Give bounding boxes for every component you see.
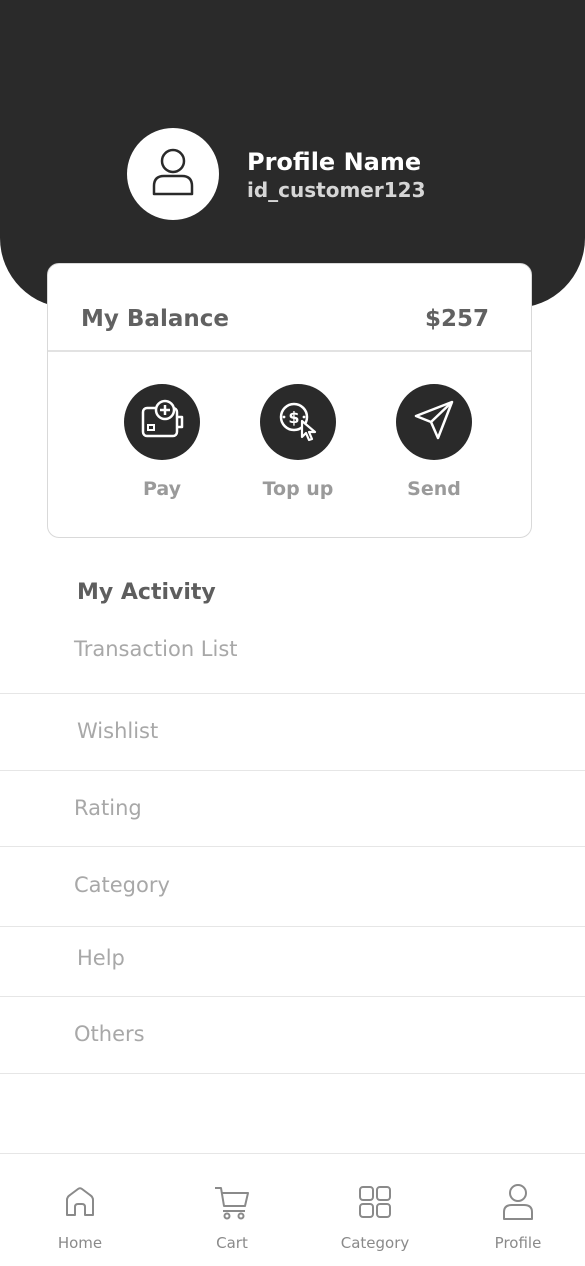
top-up-button[interactable]: $ Top up	[243, 384, 353, 500]
cart-icon	[177, 1182, 287, 1222]
balance-divider	[48, 350, 531, 352]
menu-item-category[interactable]: Category	[0, 847, 585, 927]
bottom-nav: Home Cart Category Profile	[0, 1153, 585, 1266]
menu-item-wishlist[interactable]: Wishlist	[0, 694, 585, 771]
pay-label: Pay	[142, 478, 182, 500]
top-up-circle[interactable]: $	[260, 384, 336, 460]
menu-item-label: Wishlist	[77, 719, 159, 743]
menu-item-label: Category	[74, 873, 170, 897]
avatar[interactable]	[127, 128, 219, 220]
profile-id: id_customer123	[247, 178, 426, 202]
nav-category[interactable]: Category	[320, 1182, 430, 1252]
menu-item-help[interactable]: Help	[0, 927, 585, 997]
nav-home[interactable]: Home	[25, 1182, 135, 1252]
send-icon	[412, 398, 456, 446]
activity-title: My Activity	[77, 580, 216, 605]
balance-amount: $257	[424, 306, 489, 332]
grid-icon	[320, 1182, 430, 1222]
send-button[interactable]: Send	[379, 384, 489, 500]
pay-button[interactable]: Pay	[107, 384, 217, 500]
user-icon	[463, 1182, 573, 1222]
profile-screen: Profile Name id_customer123 My Balance $…	[0, 0, 585, 1266]
wallet-add-icon	[138, 398, 186, 446]
menu-item-transaction-list[interactable]: Transaction List	[0, 622, 585, 694]
balance-title: My Balance	[81, 306, 229, 332]
menu-item-label: Rating	[74, 796, 142, 820]
nav-cart[interactable]: Cart	[177, 1182, 287, 1252]
nav-profile-label: Profile	[494, 1234, 542, 1252]
pay-circle[interactable]	[124, 384, 200, 460]
nav-home-label: Home	[57, 1234, 103, 1252]
send-label: Send	[407, 478, 461, 500]
menu-item-rating[interactable]: Rating	[0, 771, 585, 847]
svg-text:$: $	[288, 408, 299, 427]
nav-category-label: Category	[340, 1234, 410, 1252]
nav-profile[interactable]: Profile	[463, 1182, 573, 1252]
balance-card: My Balance $257 Pay $ Top up Send	[47, 263, 532, 538]
nav-cart-label: Cart	[216, 1234, 248, 1252]
top-up-label: Top up	[262, 478, 334, 500]
menu-item-label: Transaction List	[74, 637, 238, 661]
user-icon	[150, 146, 196, 202]
menu-item-others[interactable]: Others	[0, 997, 585, 1074]
coin-cursor-icon: $	[274, 397, 322, 447]
menu-item-label: Others	[74, 1022, 145, 1046]
home-icon	[25, 1182, 135, 1222]
menu-item-label: Help	[77, 946, 125, 970]
send-circle[interactable]	[396, 384, 472, 460]
profile-name: Profile Name	[247, 148, 422, 176]
